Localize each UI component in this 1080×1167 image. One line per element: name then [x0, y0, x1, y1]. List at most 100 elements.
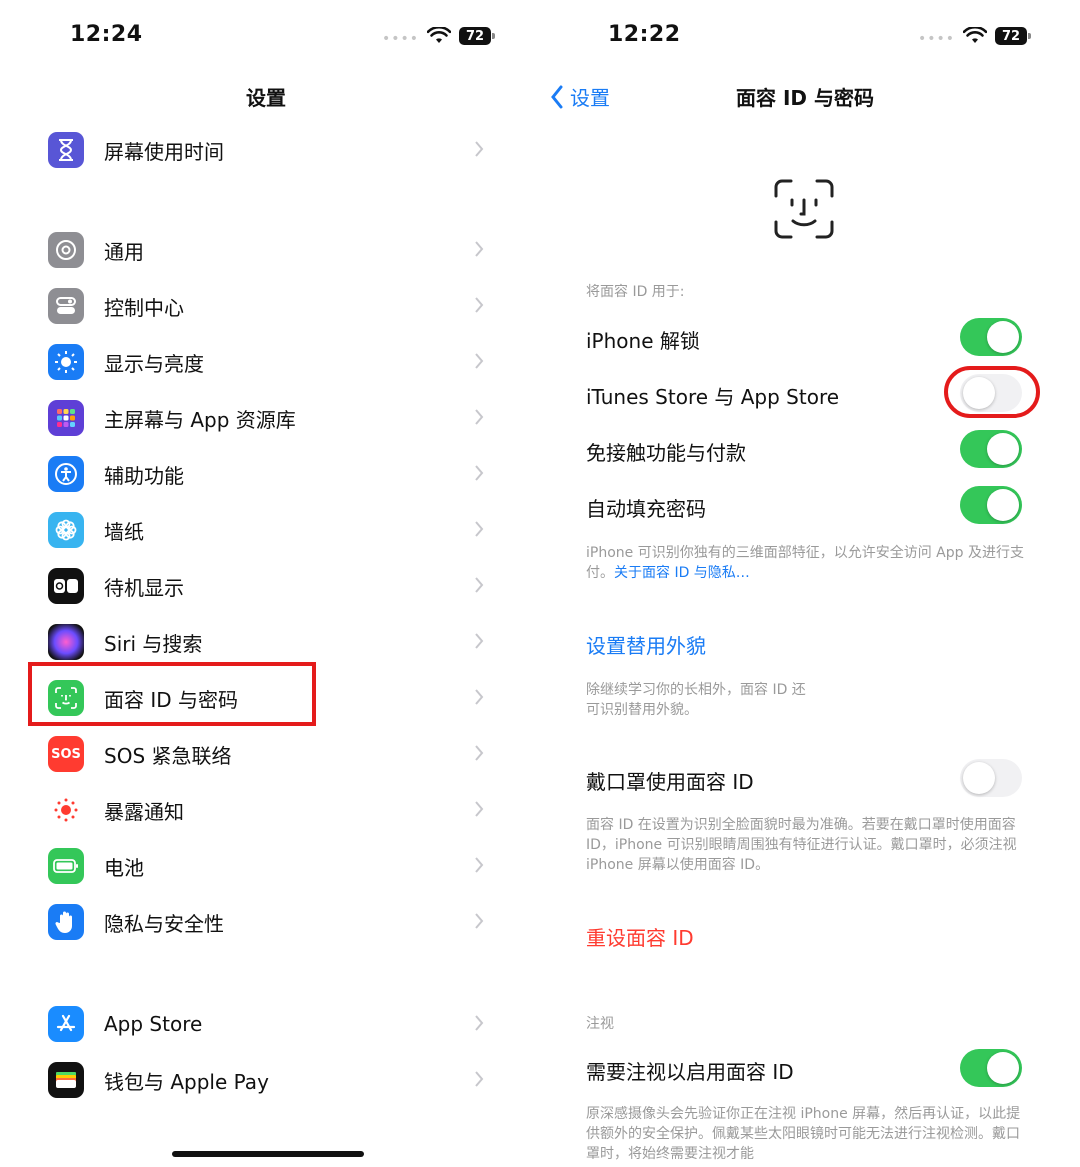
- settings-item-label: App Store: [104, 1012, 203, 1036]
- settings-item-label: 屏幕使用时间: [104, 139, 224, 164]
- status-icons: •••• 72: [918, 24, 1032, 48]
- settings-item-label: 隐私与安全性: [104, 911, 224, 936]
- exposure-icon: [48, 792, 84, 828]
- status-icons: •••• 72: [382, 24, 496, 48]
- chevron-right-icon: [475, 633, 484, 649]
- settings-item-sos[interactable]: SOS SOS 紧急联络: [48, 732, 488, 776]
- toggles-icon: [48, 288, 84, 324]
- page-title: 面容 ID 与密码: [736, 86, 874, 110]
- settings-item-app-store[interactable]: App Store: [48, 1002, 488, 1046]
- home-indicator: [172, 1151, 364, 1157]
- settings-item-label: 电池: [104, 855, 144, 880]
- settings-item-standby[interactable]: 待机显示: [48, 564, 488, 608]
- settings-item-label: 墙纸: [104, 519, 144, 544]
- privacy-link[interactable]: 关于面容 ID 与隐私…: [614, 565, 750, 581]
- siri-icon: [48, 624, 84, 660]
- settings-item-display[interactable]: 显示与亮度: [48, 340, 488, 384]
- settings-item-label: 主屏幕与 App 资源库: [104, 407, 296, 432]
- hourglass-icon: [48, 132, 84, 168]
- toggle-label-iphone-unlock: iPhone 解锁: [586, 329, 700, 353]
- sos-icon: SOS: [48, 736, 84, 772]
- chevron-right-icon: [475, 857, 484, 873]
- chevron-right-icon: [475, 521, 484, 537]
- chevron-right-icon: [475, 141, 484, 157]
- settings-item-label: Siri 与搜索: [104, 631, 203, 656]
- page-title: 设置: [246, 86, 286, 110]
- chevron-right-icon: [475, 353, 484, 369]
- wallet-icon: [48, 1062, 84, 1098]
- toggle-label-contactless-pay: 免接触功能与付款: [586, 441, 746, 465]
- section-header-attention: 注视: [586, 1016, 614, 1032]
- settings-item-label: 控制中心: [104, 295, 184, 320]
- face-id-icon: [774, 179, 834, 239]
- toggle-label-require-attention: 需要注视以启用面容 ID: [586, 1060, 794, 1084]
- settings-item-exposure[interactable]: 暴露通知: [48, 788, 488, 832]
- section-header-use-for: 将面容 ID 用于:: [586, 284, 685, 300]
- settings-item-label: 显示与亮度: [104, 351, 204, 376]
- alternate-appearance-note: 除继续学习你的长相外，面容 ID 还可识别替用外貌。: [586, 682, 806, 718]
- reset-face-id-button[interactable]: 重设面容 ID: [586, 922, 694, 951]
- settings-screen: 12:24 •••• 72 设置 屏幕使用时间 通用 控制中心 显示与亮度 主屏…: [0, 0, 538, 1167]
- contactless-pay-toggle[interactable]: [960, 430, 1022, 468]
- chevron-right-icon: [475, 689, 484, 705]
- chevron-right-icon: [475, 745, 484, 761]
- standby-icon: [48, 568, 84, 604]
- status-time: 12:24: [70, 22, 143, 47]
- settings-item-wallpaper[interactable]: 墙纸: [48, 508, 488, 552]
- face-id-highlight-box: [28, 662, 316, 726]
- status-time: 12:22: [608, 22, 681, 47]
- hand-icon: [48, 904, 84, 940]
- back-label: 设置: [570, 86, 610, 110]
- attention-note: 原深感摄像头会先验证你正在注视 iPhone 屏幕，然后再认证，以此提供额外的安…: [586, 1106, 1021, 1162]
- app-grid-icon: [48, 400, 84, 436]
- set-up-alternate-appearance-button[interactable]: 设置替用外貌: [586, 630, 706, 659]
- settings-item-label: 通用: [104, 239, 144, 264]
- settings-item-accessibility[interactable]: 辅助功能: [48, 452, 488, 496]
- autofill-passwords-toggle[interactable]: [960, 486, 1022, 524]
- toggle-label-autofill-passwords: 自动填充密码: [586, 497, 706, 521]
- chevron-right-icon: [475, 1015, 484, 1031]
- accessibility-icon: [48, 456, 84, 492]
- iphone-unlock-toggle[interactable]: [960, 318, 1022, 356]
- chevron-right-icon: [475, 409, 484, 425]
- app-store-icon: [48, 1006, 84, 1042]
- settings-item-label: 待机显示: [104, 575, 184, 600]
- settings-item-general[interactable]: 通用: [48, 228, 488, 272]
- chevron-right-icon: [475, 913, 484, 929]
- settings-item-label: SOS 紧急联络: [104, 743, 232, 768]
- toggle-label-itunes-app-store: iTunes Store 与 App Store: [586, 385, 840, 409]
- settings-item-control-center[interactable]: 控制中心: [48, 284, 488, 328]
- flower-icon: [48, 512, 84, 548]
- require-attention-toggle[interactable]: [960, 1049, 1022, 1087]
- settings-item-home-screen[interactable]: 主屏幕与 App 资源库: [48, 396, 488, 440]
- settings-item-battery[interactable]: 电池: [48, 844, 488, 888]
- toggle-label-mask: 戴口罩使用面容 ID: [586, 770, 754, 794]
- face-id-screen: 12:22 •••• 72 设置 面容 ID 与密码 将面容 ID 用于: iP…: [538, 0, 1080, 1167]
- sun-icon: [48, 344, 84, 380]
- settings-item-wallet[interactable]: 钱包与 Apple Pay: [48, 1058, 488, 1102]
- wifi-icon: [963, 27, 988, 43]
- face-id-with-mask-toggle[interactable]: [960, 759, 1022, 797]
- signal-dots-icon: ••••: [382, 31, 420, 47]
- chevron-left-icon: [551, 85, 563, 108]
- face-id-note: iPhone 可识别你独有的三维面部特征，以允许安全访问 App 及进行支付。关…: [586, 543, 1026, 583]
- signal-dots-icon: ••••: [918, 31, 956, 47]
- gear-icon: [48, 232, 84, 268]
- chevron-right-icon: [475, 577, 484, 593]
- chevron-right-icon: [475, 297, 484, 313]
- wifi-icon: [427, 27, 452, 43]
- battery-icon: 72: [459, 27, 496, 45]
- battery-icon: 72: [995, 27, 1032, 45]
- back-button[interactable]: 设置: [550, 82, 610, 111]
- settings-item-label: 暴露通知: [104, 799, 184, 824]
- itunes-toggle-highlight: [944, 366, 1040, 418]
- chevron-right-icon: [475, 465, 484, 481]
- settings-item-label: 钱包与 Apple Pay: [104, 1069, 269, 1094]
- chevron-right-icon: [475, 801, 484, 817]
- chevron-right-icon: [475, 1071, 484, 1087]
- mask-note: 面容 ID 在设置为识别全脸面貌时最为准确。若要在戴口罩时使用面容 ID，iPh…: [586, 817, 1017, 873]
- settings-item-screen-time[interactable]: 屏幕使用时间: [48, 128, 488, 172]
- settings-item-privacy[interactable]: 隐私与安全性: [48, 900, 488, 944]
- settings-item-siri[interactable]: Siri 与搜索: [48, 620, 488, 664]
- settings-item-label: 辅助功能: [104, 463, 184, 488]
